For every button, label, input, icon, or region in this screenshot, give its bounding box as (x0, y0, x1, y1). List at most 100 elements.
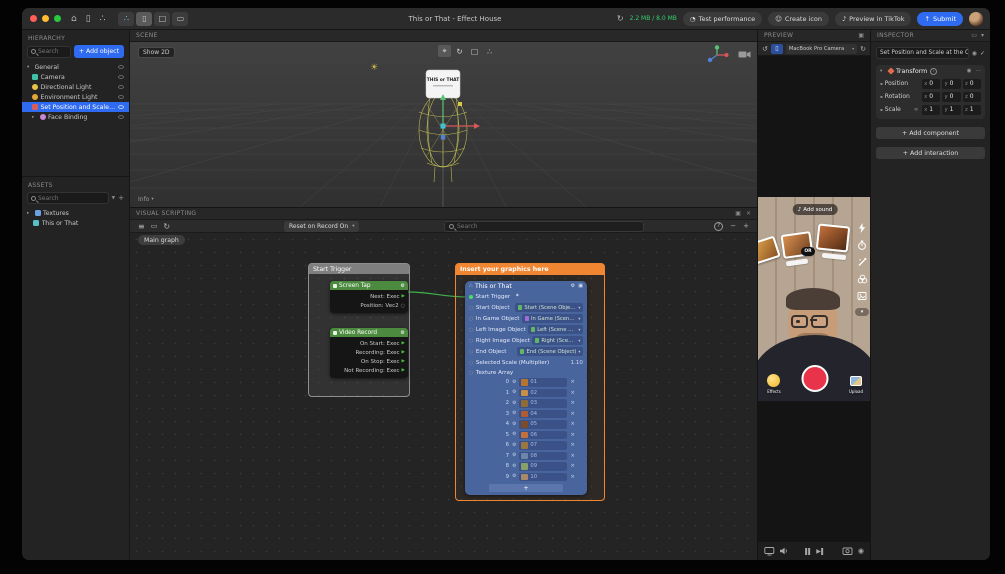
refresh-icon[interactable]: ↻ (617, 14, 624, 23)
add-asset-button[interactable]: + (118, 194, 124, 202)
scale-y-field[interactable]: y1 (942, 104, 961, 115)
rotate-tool-button[interactable]: ↻ (453, 45, 466, 57)
chevron-right-icon[interactable]: ▸ (32, 115, 37, 120)
gear-icon[interactable]: ⚙ (512, 453, 516, 458)
record-button[interactable] (801, 365, 829, 392)
close-window-button[interactable] (30, 15, 37, 22)
port-recording[interactable]: Recording: Exec ▶ (330, 348, 408, 357)
chevron-down-icon[interactable]: ▾ (880, 69, 885, 74)
field-selected-scale[interactable]: ○ Selected Scale (Multiplier) 1.10 (465, 357, 587, 368)
port-not-recording[interactable]: Not Recording: Exec ▶ (330, 366, 408, 375)
assets-search-input[interactable] (27, 192, 109, 204)
exec-input-port[interactable] (469, 294, 473, 299)
gear-icon[interactable]: ⚙ (512, 464, 516, 469)
hierarchy-item-directional-light[interactable]: Directional Light (22, 82, 129, 92)
texture-field[interactable]: 05 (519, 420, 568, 429)
scene-object-dropdown[interactable]: Left (Scene Object) ▾ (528, 325, 583, 334)
layout-resize-button[interactable]: □ (154, 11, 171, 26)
exec-input-row[interactable]: Start Trigger * (465, 291, 587, 302)
menu-icon[interactable]: ≡ (138, 222, 145, 231)
video-record-node[interactable]: Video Record ⚙ On Start: Exec ▶ Recordin… (330, 328, 408, 378)
tab-main-graph[interactable]: Main graph (138, 235, 185, 245)
hierarchy-item-set-position[interactable]: Set Position and Scale at the Obj... (22, 102, 129, 112)
scene-object-dropdown[interactable]: End (Scene Object) ▾ (517, 347, 583, 356)
hierarchy-item-general[interactable]: ▾ General (22, 62, 129, 72)
user-avatar[interactable] (969, 11, 983, 26)
texture-array-item[interactable]: 6 ⚙ 07 × (465, 440, 587, 451)
texture-array-row[interactable]: ○ Texture Array (465, 368, 587, 377)
texture-array-item[interactable]: 7 ⚙ 08 × (465, 451, 587, 462)
minimize-window-button[interactable] (42, 15, 49, 22)
texture-array-item[interactable]: 5 ⚙ 06 × (465, 430, 587, 441)
refresh-graph-icon[interactable]: ↻ (163, 222, 170, 231)
filters-icon[interactable] (857, 274, 868, 284)
visibility-toggle-icon[interactable]: ◉ (972, 50, 977, 57)
zoom-window-button[interactable] (54, 15, 61, 22)
port-on-stop[interactable]: On Stop: Exec ▶ (330, 357, 408, 366)
submit-button[interactable]: ↑ Submit (917, 11, 963, 26)
asset-item-this-or-that[interactable]: This or That (22, 218, 129, 228)
gear-icon[interactable]: ⚙ (512, 474, 516, 479)
album-icon[interactable] (857, 291, 867, 301)
add-component-button[interactable]: + Add component (876, 127, 985, 139)
refresh-preview-icon[interactable]: ↻ (860, 45, 866, 53)
create-icon-button[interactable]: ☺ Create icon (768, 11, 830, 26)
popout-icon[interactable]: ▣ (735, 210, 741, 217)
device-mode-button[interactable]: ▯ (770, 43, 783, 54)
screen-tap-node[interactable]: Screen Tap ⚙ Next: Exec ▶ Position: Vec2… (330, 281, 408, 313)
scale-multiplier-value[interactable]: 1.10 (571, 360, 583, 366)
remove-texture-button[interactable]: × (570, 421, 575, 427)
remove-texture-button[interactable]: × (570, 400, 575, 406)
scale-z-field[interactable]: z1 (962, 104, 981, 115)
remove-texture-button[interactable]: × (570, 474, 575, 480)
texture-array-item[interactable]: 4 ⚙ 05 × (465, 419, 587, 430)
test-performance-button[interactable]: ◔ Test performance (682, 11, 763, 26)
field-left-image-object[interactable]: ○ Left Image Object Left (Scene Object) … (465, 324, 587, 335)
preview-in-tiktok-button[interactable]: ♪ Preview in TikTok (835, 11, 912, 26)
expand-icon[interactable]: ▣ (578, 283, 583, 289)
enabled-checkbox[interactable]: ✓ (980, 50, 985, 57)
visibility-eye-icon[interactable] (118, 105, 124, 109)
texture-field[interactable]: 02 (519, 388, 568, 397)
visibility-eye-icon[interactable] (118, 65, 124, 69)
position-x-field[interactable]: x0 (921, 78, 941, 89)
texture-array-item[interactable]: 2 ⚙ 03 × (465, 398, 587, 409)
reset-preview-icon[interactable]: ↺ (762, 45, 768, 53)
home-icon[interactable]: ⌂ (71, 14, 77, 24)
dock-icon[interactable]: ▭ (971, 32, 977, 39)
object-name-field[interactable]: Set Position and Scale at the Objects L.… (876, 47, 969, 59)
texture-field[interactable]: 06 (519, 430, 568, 439)
scene-viewport[interactable]: THIS or THAT ☀ Show 2D ⌖ ↻ □ ∴ Info ▾ (130, 42, 757, 207)
speaker-icon[interactable] (779, 546, 789, 556)
texture-array-item[interactable]: 0 ⚙ 01 × (465, 377, 587, 388)
section-menu-icon[interactable]: ⋯ (976, 68, 982, 74)
node-graph-canvas[interactable]: Main graph Start Trigger Screen Tap ⚙ Ne… (130, 233, 757, 560)
texture-field[interactable]: 01 (519, 378, 568, 387)
remove-texture-button[interactable]: × (570, 411, 575, 417)
scene-object-dropdown[interactable]: Right (Scene Object) ▾ (532, 336, 583, 345)
visibility-eye-icon[interactable] (118, 115, 124, 119)
hierarchy-item-environment-light[interactable]: Environment Light (22, 92, 129, 102)
zoom-in-icon[interactable]: + (743, 222, 749, 230)
texture-array-item[interactable]: 3 ⚙ 04 × (465, 409, 587, 420)
upload-button[interactable] (850, 376, 862, 386)
field-in-game-object[interactable]: ○ In Game Object In Game (Scene Object) … (465, 313, 587, 324)
info-icon[interactable]: i (929, 67, 937, 75)
gizmo-tool-button[interactable]: ∴ (483, 45, 496, 57)
gear-icon[interactable]: ⚙ (512, 380, 516, 385)
gear-icon[interactable]: ⚙ (512, 411, 516, 416)
hub-icon[interactable]: ∴ (100, 14, 106, 24)
device-preview-toggle-button[interactable]: ▯ (136, 11, 153, 26)
visibility-eye-icon[interactable] (118, 75, 124, 79)
asset-item-textures[interactable]: ▸ Textures (22, 208, 129, 218)
position-z-field[interactable]: z0 (962, 78, 981, 89)
scale-x-field[interactable]: x1 (921, 104, 941, 115)
chevron-right-icon[interactable]: ▸ (27, 211, 32, 216)
keyframe-dot-icon[interactable]: ▪ (880, 107, 883, 112)
rotation-z-field[interactable]: z0 (962, 91, 981, 102)
show-2d-button[interactable]: Show 2D (138, 47, 175, 58)
rotation-y-field[interactable]: y0 (942, 91, 961, 102)
field-start-object[interactable]: ○ Start Object Start (Scene Object) ▾ (465, 302, 587, 313)
port-next-exec[interactable]: Next: Exec ▶ (330, 292, 408, 301)
port-on-start[interactable]: On Start: Exec ▶ (330, 339, 408, 348)
